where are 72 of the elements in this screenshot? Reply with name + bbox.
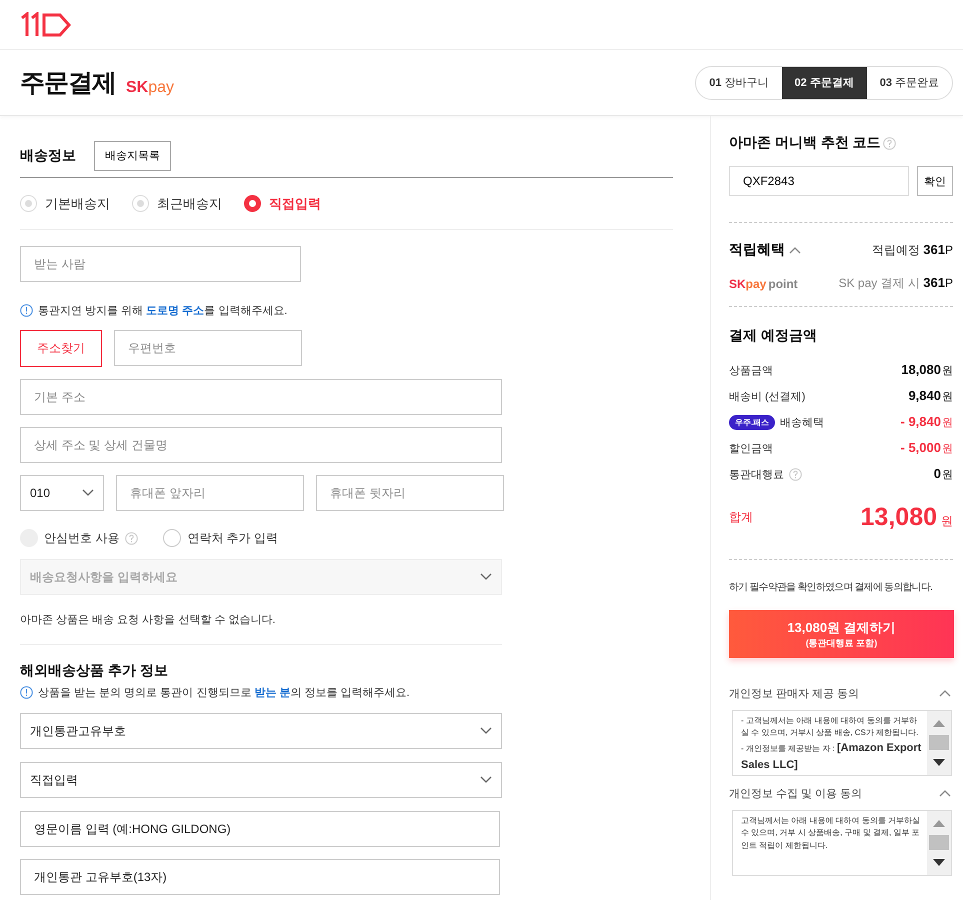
chevron-icon <box>480 776 492 784</box>
scroll-up-icon <box>932 718 946 728</box>
terms-text: - 고객님께서는 아래 내용에 대하여 동의를 거부하실 수 있으며, 거부시 상품 배송, CS가 제한됩니다. <box>741 715 920 740</box>
help-icon <box>882 136 896 150</box>
step-tab[interactable]: 03 주문완료 <box>866 66 952 98</box>
price-label: 배송비 (선결제) <box>729 390 806 404</box>
info-icon <box>20 304 33 316</box>
scrollbar-thumb[interactable] <box>929 735 949 750</box>
scroll-down-icon <box>932 758 946 768</box>
section-title: 배송정보 <box>20 146 76 164</box>
chevron-icon <box>480 573 492 581</box>
benefit-toggle[interactable]: 적립혜택 <box>729 241 801 259</box>
radio-button[interactable] <box>244 195 261 212</box>
total-label: 합계 <box>729 508 753 526</box>
price-amount: 9,840 원 <box>908 388 953 404</box>
agreement-title: 개인정보 수집 및 이용 동의 <box>729 786 862 800</box>
info-icon <box>20 686 33 698</box>
input-field[interactable]: 휴대폰 앞자리 <box>116 475 304 511</box>
pass-badge: 우주.패스 <box>729 414 776 430</box>
checkbox[interactable] <box>163 529 182 547</box>
terms-text: 고객님께서는 아래 내용에 대하여 동의를 거부하실 수 있으며, 거부 시 상품배송, 구매 및 결제, 일부 포인트 적립이 제한됩니다. <box>741 815 922 852</box>
scroll-down-icon <box>932 858 946 868</box>
section-title: 해외배송상품 추가 정보 <box>20 662 169 680</box>
page-title: 주문결제 <box>20 68 116 99</box>
input-field[interactable]: 우편번호 <box>114 330 302 366</box>
logo <box>20 12 72 38</box>
code-field[interactable]: QXF2843 <box>729 166 909 196</box>
skpay-points: SK pay 결제 시 361P <box>838 275 953 292</box>
price-label: 통관대행료 <box>729 468 784 482</box>
agreement-title: 개인정보 판매자 제공 동의 <box>729 686 860 700</box>
notice-text: 통관지연 방지를 위해 도로명 주소를 입력해주세요. <box>38 304 288 318</box>
price-amount: 0 원 <box>934 466 953 482</box>
radio-label: 기본배송지 <box>45 194 110 212</box>
address-search-button[interactable]: 주소찾기 <box>20 330 102 367</box>
input-field[interactable]: 휴대폰 뒷자리 <box>316 475 504 511</box>
notice-text: 상품을 받는 분의 명의로 통관이 진행되므로 받는 분의 정보를 입력해주세요. <box>38 686 410 700</box>
price-amount: 18,080 원 <box>901 362 953 378</box>
chevron-icon <box>82 489 94 497</box>
input-field[interactable]: 영문이름 입력 (예:HONG GILDONG) <box>20 811 500 847</box>
dropdown[interactable]: 직접입력 <box>20 762 502 798</box>
phone-prefix-select[interactable]: 010 <box>20 475 104 511</box>
total-amount: 13,080 원 <box>860 502 953 532</box>
scroll-up-icon <box>932 818 946 828</box>
address-list-button[interactable]: 배송지목록 <box>94 140 171 170</box>
checkbox-label: 안심번호 사용 <box>44 530 120 546</box>
chevron-icon <box>789 246 801 254</box>
price-amount: - 9,840 원 <box>900 414 953 430</box>
input-field[interactable]: 기본 주소 <box>20 379 502 415</box>
price-label: 배송혜택 <box>780 416 824 430</box>
checkbox-label: 연락처 추가 입력 <box>187 530 278 546</box>
request-note: 아마존 상품은 배송 요청 사항을 선택할 수 없습니다. <box>20 595 502 645</box>
section-title: 결제 예정금액 <box>729 327 818 345</box>
section-title: 아마존 머니백 추천 코드 <box>729 134 881 152</box>
input-field[interactable]: 받는 사람 <box>20 246 301 282</box>
price-amount: - 5,000 원 <box>900 440 953 456</box>
radio-label: 최근배송지 <box>157 194 222 212</box>
terms-text: - 개인정보를 제공받는 자 : [Amazon Export Sales LLC] <box>741 740 922 773</box>
pay-logo: SKpay <box>126 79 174 97</box>
skpay-point-logo: SKpay point <box>729 276 798 290</box>
input-field[interactable]: 상세 주소 및 상세 건물명 <box>20 427 502 463</box>
input-field[interactable]: 개인통관 고유부호(13자) <box>20 859 500 895</box>
points-expected: 적립예정 361P <box>872 242 953 258</box>
scrollbar-thumb[interactable] <box>929 835 949 850</box>
step-tab[interactable]: 02 주문결제 <box>782 66 867 98</box>
dropdown[interactable]: 개인통관고유부호 <box>20 713 502 749</box>
chevron-icon <box>480 727 492 735</box>
step-tab[interactable]: 01 장바구니 <box>696 66 782 98</box>
confirm-button[interactable]: 확인 <box>917 166 953 196</box>
radio-label: 직접입력 <box>269 194 321 212</box>
agreement-text: 하기 필수약관을 확인하였으며 결제에 동의합니다. <box>729 581 932 594</box>
price-label: 상품금액 <box>729 364 773 378</box>
price-label: 할인금액 <box>729 442 773 456</box>
